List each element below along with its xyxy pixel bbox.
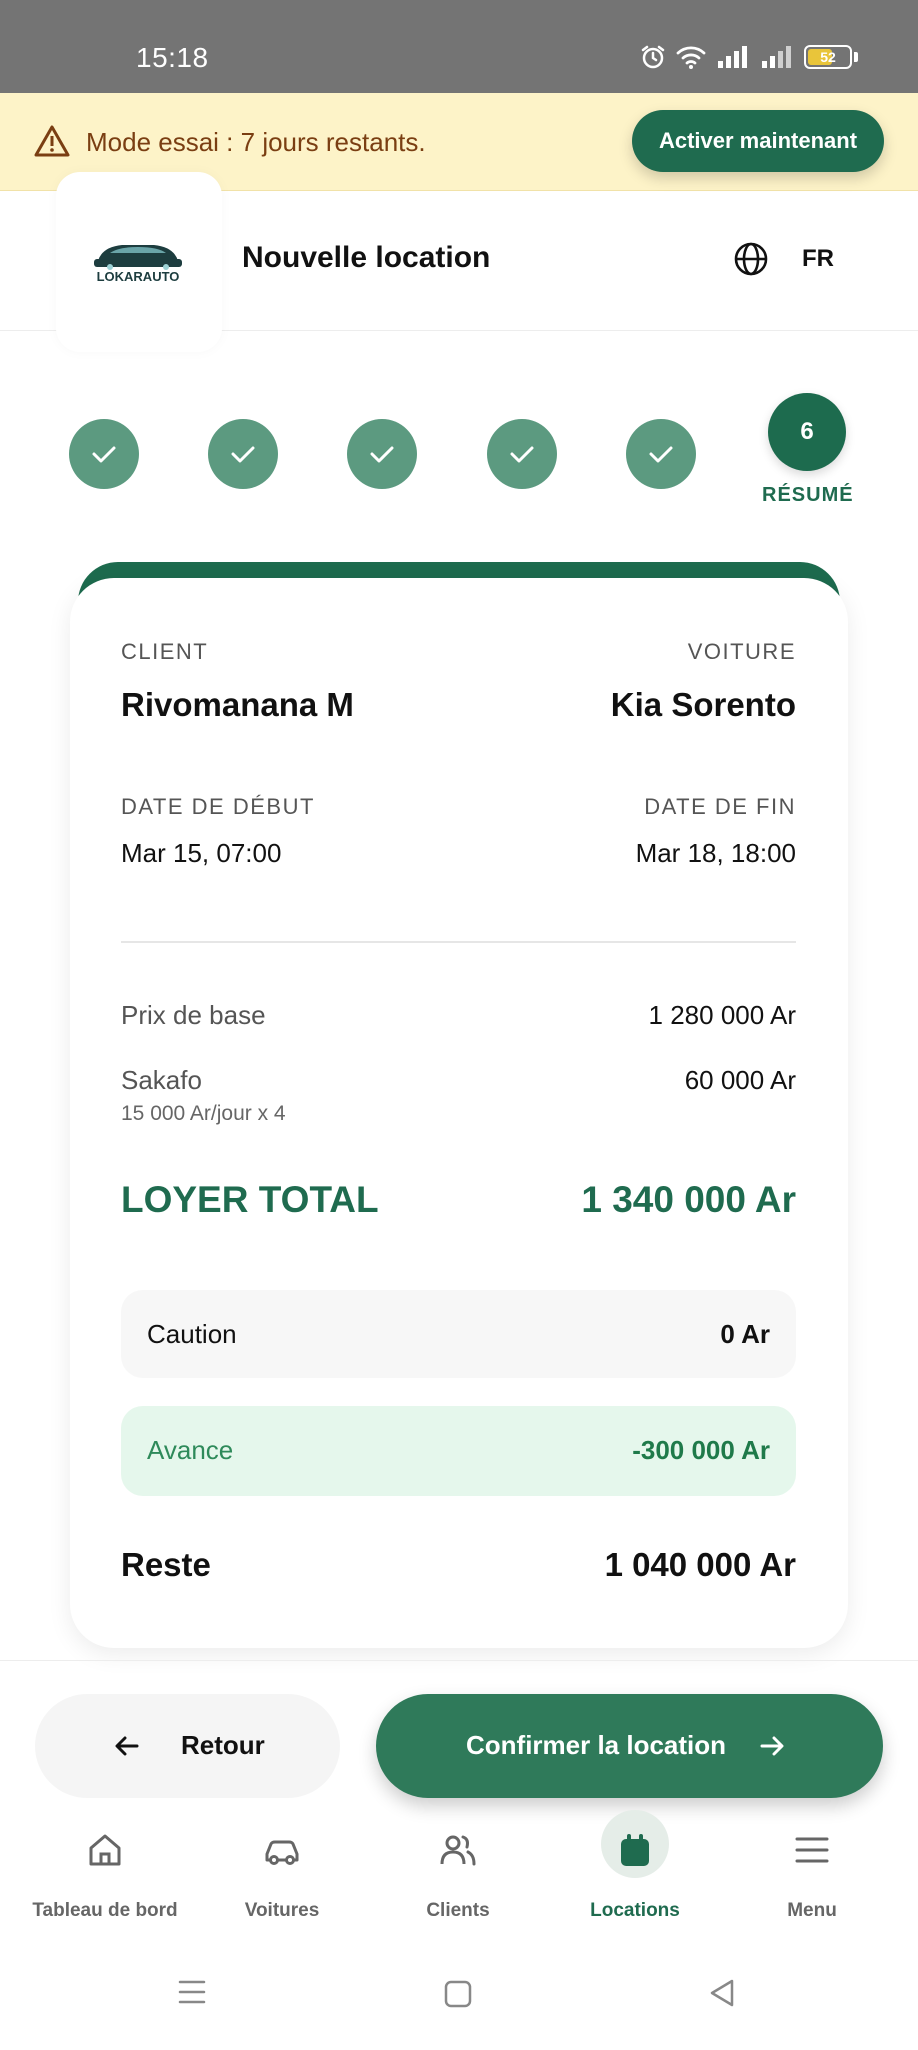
arrow-left-icon xyxy=(115,1736,139,1756)
users-icon xyxy=(440,1835,476,1866)
home-button-icon[interactable] xyxy=(443,1979,473,2009)
trial-message: Mode essai : 7 jours restants. xyxy=(86,127,426,157)
status-time: 15:18 xyxy=(136,42,209,73)
car-label: VOITURE xyxy=(687,639,796,664)
language-selector[interactable]: FR xyxy=(802,245,834,273)
home-icon xyxy=(89,1834,121,1866)
end-date-value: Mar 18, 18:00 xyxy=(635,838,796,868)
remaining-label: Reste xyxy=(121,1546,211,1583)
check-icon xyxy=(370,446,394,463)
globe-icon[interactable] xyxy=(733,241,769,277)
nav-label-rentals: Locations xyxy=(590,1900,680,1921)
back-button-label: Retour xyxy=(181,1730,265,1760)
step-6-active[interactable]: 6 xyxy=(768,393,846,471)
recents-icon[interactable] xyxy=(176,1976,208,2008)
deposit-label: Caution xyxy=(147,1319,237,1349)
check-icon xyxy=(231,446,255,463)
summary-divider xyxy=(121,941,796,943)
car-name: Kia Sorento xyxy=(610,686,796,723)
advance-value: -300 000 Ar xyxy=(632,1435,770,1465)
menu-icon xyxy=(795,1837,829,1863)
check-icon xyxy=(649,446,673,463)
advance-label: Avance xyxy=(147,1435,234,1465)
total-value: 1 340 000 Ar xyxy=(581,1179,796,1220)
base-price-label: Prix de base xyxy=(121,1000,266,1030)
page-title: Nouvelle location xyxy=(242,241,491,274)
step-2-complete[interactable] xyxy=(208,419,278,489)
battery-icon: 52 xyxy=(804,45,852,69)
activate-now-button[interactable]: Activer maintenant xyxy=(632,110,884,172)
back-button[interactable]: Retour xyxy=(35,1694,340,1798)
logo-text: LOKARAUTO xyxy=(97,269,180,284)
calendar-icon xyxy=(621,1834,649,1866)
battery-tip xyxy=(854,52,858,62)
nav-label-cars: Voitures xyxy=(244,1900,320,1921)
alarm-icon xyxy=(641,45,665,69)
action-divider xyxy=(0,1660,918,1661)
start-date-label: DATE DE DÉBUT xyxy=(121,794,315,819)
extra-label: Sakafo xyxy=(121,1065,202,1095)
step-6-label: RÉSUMÉ xyxy=(762,484,854,506)
extra-detail: 15 000 Ar/jour x 4 xyxy=(121,1102,286,1125)
step-1-complete[interactable] xyxy=(69,419,139,489)
nav-item-dashboard[interactable]: Tableau de bord xyxy=(15,1820,195,1930)
base-price-value: 1 280 000 Ar xyxy=(648,1000,796,1030)
car-icon xyxy=(265,1840,299,1865)
signal-icon xyxy=(718,46,747,68)
nav-item-clients[interactable]: Clients xyxy=(368,1820,548,1930)
status-icons: 52 xyxy=(640,44,858,70)
wifi-icon xyxy=(676,46,706,69)
start-date-value: Mar 15, 07:00 xyxy=(121,838,282,868)
deposit-row: Caution 0 Ar xyxy=(121,1290,796,1378)
advance-row: Avance -300 000 Ar xyxy=(121,1406,796,1496)
signal-weak-icon xyxy=(762,46,791,68)
remaining-value: 1 040 000 Ar xyxy=(604,1546,796,1583)
step-3-complete[interactable] xyxy=(347,419,417,489)
nav-item-cars[interactable]: Voitures xyxy=(192,1820,372,1930)
check-icon xyxy=(92,446,116,463)
arrow-right-icon xyxy=(760,1736,784,1756)
confirm-button-label: Confirmer la location xyxy=(466,1730,727,1760)
extra-value: 60 000 Ar xyxy=(684,1065,796,1095)
deposit-value: 0 Ar xyxy=(720,1319,770,1349)
check-icon xyxy=(510,446,534,463)
total-label: LOYER TOTAL xyxy=(121,1179,379,1220)
nav-label-menu: Menu xyxy=(787,1900,837,1921)
warning-icon xyxy=(34,125,70,157)
nav-label-dashboard: Tableau de bord xyxy=(32,1900,178,1921)
lokarauto-logo: LOKARAUTO xyxy=(78,227,198,285)
client-label: CLIENT xyxy=(121,639,209,664)
step-4-complete[interactable] xyxy=(487,419,557,489)
client-name: Rivomanana M xyxy=(121,686,354,723)
step-5-complete[interactable] xyxy=(626,419,696,489)
battery-level: 52 xyxy=(820,49,836,65)
end-date-label: DATE DE FIN xyxy=(644,794,796,819)
nav-label-clients: Clients xyxy=(426,1900,490,1921)
status-bar: 15:18 52 xyxy=(0,0,918,93)
nav-item-rentals[interactable]: Locations xyxy=(545,1820,725,1930)
confirm-rental-button[interactable]: Confirmer la location xyxy=(376,1694,883,1798)
back-nav-icon[interactable] xyxy=(706,1977,738,2009)
nav-item-menu[interactable]: Menu xyxy=(722,1820,902,1930)
